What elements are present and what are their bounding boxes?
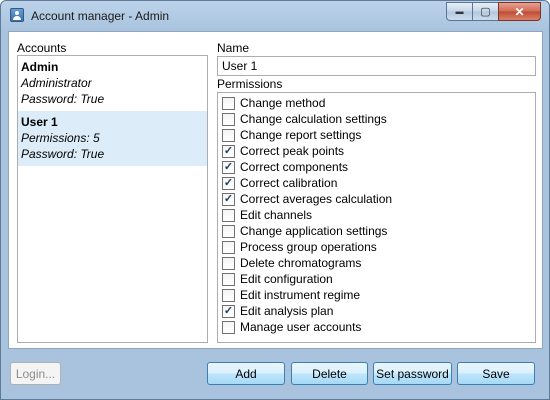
client-area: Accounts Admin Administrator Password: Tru… xyxy=(8,31,543,349)
account-list-item[interactable]: User 1 Permissions: 5 Password: True xyxy=(18,111,207,166)
permission-label: Edit instrument regime xyxy=(240,288,361,302)
account-list-item[interactable]: Admin Administrator Password: True xyxy=(18,56,207,111)
permission-label: Change report settings xyxy=(240,128,362,142)
account-role: Permissions: 5 xyxy=(21,131,100,145)
permission-label: Change method xyxy=(240,96,326,110)
permission-label: Edit configuration xyxy=(240,272,333,286)
permission-checkbox[interactable]: ✓ xyxy=(222,160,235,174)
permission-checkbox[interactable] xyxy=(222,240,235,254)
permission-item[interactable]: Edit channels xyxy=(222,207,535,223)
minimize-button[interactable]: ▬ xyxy=(446,2,472,21)
permission-label: Correct averages calculation xyxy=(240,192,393,206)
button-bar: Login... Add Delete Set password Save xyxy=(1,350,549,400)
permissions-label: Permissions xyxy=(217,77,283,91)
window-title: Account manager - Admin xyxy=(31,9,170,23)
permission-label: Process group operations xyxy=(240,240,377,254)
permission-label: Correct calibration xyxy=(240,176,338,190)
delete-button[interactable]: Delete xyxy=(291,362,368,385)
maximize-icon: ▢ xyxy=(480,6,491,18)
account-password-status: Password: True xyxy=(21,147,105,161)
name-field[interactable] xyxy=(217,56,536,76)
permission-item[interactable]: Change calculation settings xyxy=(222,111,535,127)
name-label: Name xyxy=(217,41,250,55)
permission-checkbox[interactable] xyxy=(222,224,235,238)
permission-item[interactable]: Process group operations xyxy=(222,239,535,255)
close-button[interactable]: ✕ xyxy=(498,2,541,21)
minimize-icon: ▬ xyxy=(455,7,464,16)
permission-checkbox[interactable] xyxy=(222,128,235,142)
permission-item[interactable]: Change application settings xyxy=(222,223,535,239)
permission-checkbox[interactable] xyxy=(222,208,235,222)
permission-checkbox[interactable] xyxy=(222,320,235,334)
permission-item[interactable]: ✓ Correct peak points xyxy=(222,143,535,159)
permission-label: Change application settings xyxy=(240,224,388,238)
caption-buttons: ▬ ▢ ✕ xyxy=(446,2,541,21)
account-name: Admin xyxy=(21,60,59,74)
permission-checkbox[interactable]: ✓ xyxy=(222,304,235,318)
add-button[interactable]: Add xyxy=(207,362,285,385)
permission-item[interactable]: Delete chromatograms xyxy=(222,255,535,271)
permission-label: Delete chromatograms xyxy=(240,256,362,270)
account-name: User 1 xyxy=(21,115,58,129)
permission-label: Correct components xyxy=(240,160,349,174)
permission-label: Edit channels xyxy=(240,208,313,222)
permission-label: Edit analysis plan xyxy=(240,304,334,318)
permission-item[interactable]: ✓ Correct calibration xyxy=(222,175,535,191)
account-password-status: Password: True xyxy=(21,92,105,106)
set-password-button[interactable]: Set password xyxy=(373,362,452,385)
permission-checkbox[interactable] xyxy=(222,112,235,126)
account-manager-window: Account manager - Admin ▬ ▢ ✕ Accounts A… xyxy=(0,0,550,400)
permission-item[interactable]: ✓ Correct components xyxy=(222,159,535,175)
permission-checkbox[interactable] xyxy=(222,288,235,302)
permission-item[interactable]: Manage user accounts xyxy=(222,319,535,335)
permission-label: Change calculation settings xyxy=(240,112,387,126)
title-bar[interactable]: Account manager - Admin ▬ ▢ ✕ xyxy=(1,1,549,31)
permission-label: Manage user accounts xyxy=(240,320,362,334)
permission-item[interactable]: ✓ Correct averages calculation xyxy=(222,191,535,207)
permission-item[interactable]: Change report settings xyxy=(222,127,535,143)
maximize-button[interactable]: ▢ xyxy=(472,2,498,21)
permission-item[interactable]: Edit configuration xyxy=(222,271,535,287)
save-button[interactable]: Save xyxy=(457,362,535,385)
permission-label: Correct peak points xyxy=(240,144,345,158)
account-role: Administrator xyxy=(21,76,92,90)
permission-checkbox[interactable] xyxy=(222,256,235,270)
login-button[interactable]: Login... xyxy=(10,362,61,385)
permission-item[interactable]: Edit instrument regime xyxy=(222,287,535,303)
permission-checkbox[interactable]: ✓ xyxy=(222,176,235,190)
permission-item[interactable]: Change method xyxy=(222,95,535,111)
permission-checkbox[interactable] xyxy=(222,96,235,110)
accounts-list[interactable]: Admin Administrator Password: True User 1 Pe… xyxy=(17,55,208,343)
permission-checkbox[interactable]: ✓ xyxy=(222,144,235,158)
accounts-label: Accounts xyxy=(17,41,67,55)
permissions-list: Change method Change calculation settings… xyxy=(217,92,536,343)
permission-item[interactable]: ✓ Edit analysis plan xyxy=(222,303,535,319)
permission-checkbox[interactable] xyxy=(222,272,235,286)
close-icon: ✕ xyxy=(514,4,525,19)
user-account-icon xyxy=(10,8,24,22)
permission-checkbox[interactable]: ✓ xyxy=(222,192,235,206)
